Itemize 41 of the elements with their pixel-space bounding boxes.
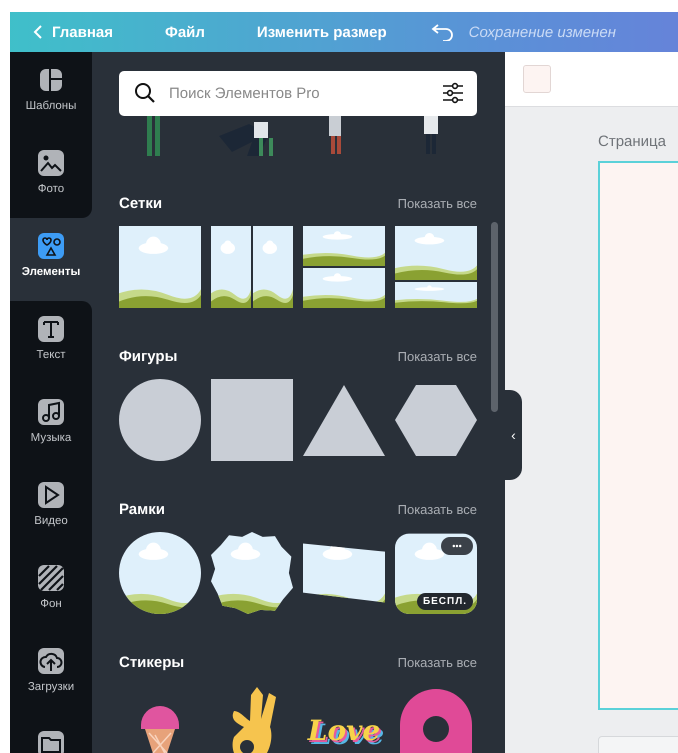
grid-layout-thumbnail[interactable] bbox=[303, 226, 385, 308]
sidebar-tab[interactable]: Текст bbox=[10, 301, 92, 384]
layout-icon bbox=[37, 66, 65, 94]
show-all-link[interactable]: Показать все bbox=[398, 654, 477, 670]
grid-layout-thumbnail[interactable] bbox=[395, 226, 477, 308]
section-title: Фигуры bbox=[119, 348, 178, 364]
shapes-icon bbox=[37, 232, 65, 260]
search-field[interactable]: Поиск Элементов Pro bbox=[119, 71, 477, 116]
more-options-button[interactable]: ••• bbox=[441, 537, 473, 555]
music-note-icon bbox=[37, 398, 65, 426]
chevron-left-icon bbox=[33, 24, 43, 40]
section-title: Рамки bbox=[119, 500, 165, 518]
grid-layout-thumbnail[interactable] bbox=[211, 226, 293, 308]
show-all-link[interactable]: Показать все bbox=[398, 502, 477, 516]
sidebar-tab[interactable]: Шаблоны bbox=[10, 52, 92, 135]
save-status: Сохранение изменен bbox=[468, 24, 616, 40]
grid-layout-thumbnail[interactable] bbox=[119, 226, 201, 308]
folder-icon bbox=[37, 730, 65, 753]
page-label: Страница bbox=[598, 133, 666, 150]
play-icon bbox=[37, 481, 65, 509]
sidebar-tab[interactable]: Музыка bbox=[10, 384, 92, 467]
show-all-link[interactable]: Показать все bbox=[398, 348, 477, 364]
undo-icon[interactable] bbox=[430, 23, 455, 41]
circle-shape[interactable] bbox=[119, 379, 201, 461]
stripes-icon bbox=[37, 564, 65, 592]
sidebar-tab[interactable]: Фон bbox=[10, 550, 92, 633]
love-sticker[interactable]: Love bbox=[308, 714, 380, 746]
sidebar-tab[interactable]: Видео bbox=[10, 467, 92, 550]
sidebar-tab[interactable]: Фото bbox=[10, 135, 92, 218]
filter-icon[interactable] bbox=[441, 81, 465, 105]
sidebar-tab[interactable]: Загрузки bbox=[10, 633, 92, 716]
color-swatch[interactable] bbox=[523, 65, 551, 93]
show-all-link[interactable]: Показать все bbox=[398, 196, 477, 210]
text-icon bbox=[37, 315, 65, 343]
section-title: Стикеры bbox=[119, 654, 184, 670]
collapse-panel-button[interactable]: ‹ bbox=[505, 390, 522, 480]
scrollbar[interactable] bbox=[491, 222, 498, 412]
section-title: Сетки bbox=[119, 194, 162, 212]
image-icon bbox=[37, 149, 65, 177]
free-badge: БЕСПЛ. bbox=[416, 593, 473, 610]
cloud-upload-icon bbox=[37, 647, 65, 675]
